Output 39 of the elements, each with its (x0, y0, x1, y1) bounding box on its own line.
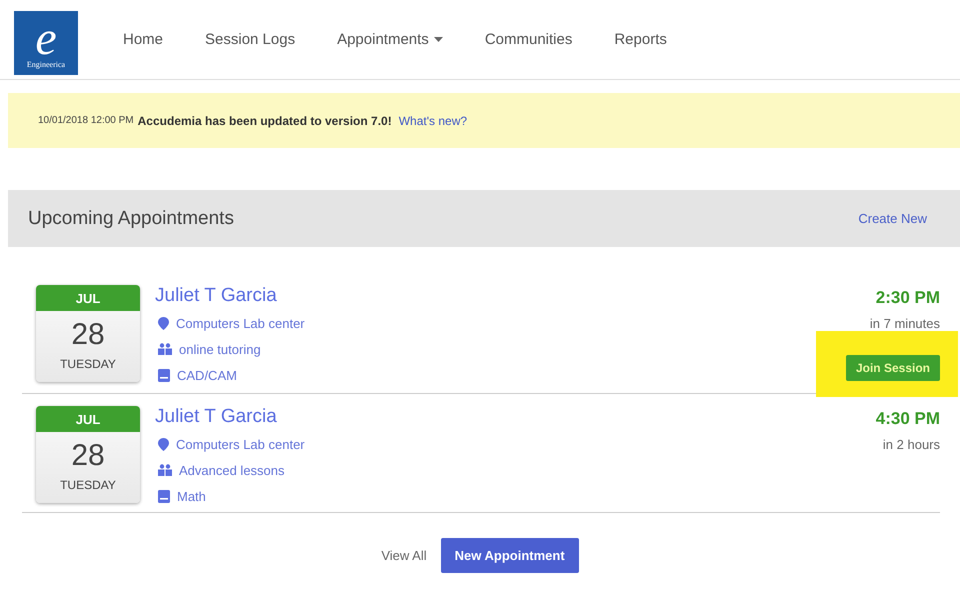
new-appointment-button[interactable]: New Appointment (440, 538, 579, 573)
logo-letter: e (35, 18, 57, 60)
join-session-button[interactable]: Join Session (846, 355, 940, 381)
nav-link[interactable]: Reports (614, 31, 667, 48)
calendar-month: JUL (36, 285, 140, 311)
people-icon (158, 343, 172, 355)
calendar-day: 28 (71, 318, 105, 352)
section-title: Upcoming Appointments (28, 208, 234, 230)
pin-icon (158, 438, 169, 450)
service-text: Advanced lessons (179, 462, 285, 478)
location-text: Computers Lab center (176, 316, 305, 330)
pin-icon (158, 316, 169, 330)
view-all-link[interactable]: View All (381, 548, 427, 563)
calendar-day: 28 (71, 439, 105, 473)
logo-name: Engineerica (26, 60, 66, 71)
subject-text: Math (177, 488, 206, 504)
relative-time: in 7 minutes (870, 316, 940, 331)
calendar-weekday: TUESDAY (60, 478, 116, 492)
notice-message: Accudemia has been updated to version 7.0! (138, 114, 392, 128)
location-text: Computers Lab center (176, 436, 305, 452)
nav-link[interactable]: Appointments (337, 31, 443, 48)
relative-time: in 2 hours (882, 437, 940, 452)
appointment-time: 2:30 PM (876, 288, 940, 308)
nav-link[interactable]: Home (123, 31, 164, 48)
student-name[interactable]: Juliet T Garcia (155, 285, 305, 307)
nav-link[interactable]: Communities (484, 31, 572, 48)
notice-timestamp: 10/01/2018 12:00 PM (38, 115, 134, 126)
book-icon (158, 490, 170, 502)
calendar-weekday: TUESDAY (60, 357, 116, 371)
service-text: online tutoring (179, 342, 261, 356)
create-new-link[interactable]: Create New (858, 211, 927, 226)
whats-new-link[interactable]: What's new? (398, 114, 468, 128)
nav-link[interactable]: Session Logs (205, 31, 296, 48)
people-icon (158, 464, 172, 476)
calendar-month: JUL (36, 406, 140, 432)
subject-text: CAD/CAM (177, 368, 237, 382)
appointment-time: 4:30 PM (876, 409, 940, 429)
book-icon (158, 368, 170, 382)
student-name[interactable]: Juliet T Garcia (155, 406, 305, 428)
